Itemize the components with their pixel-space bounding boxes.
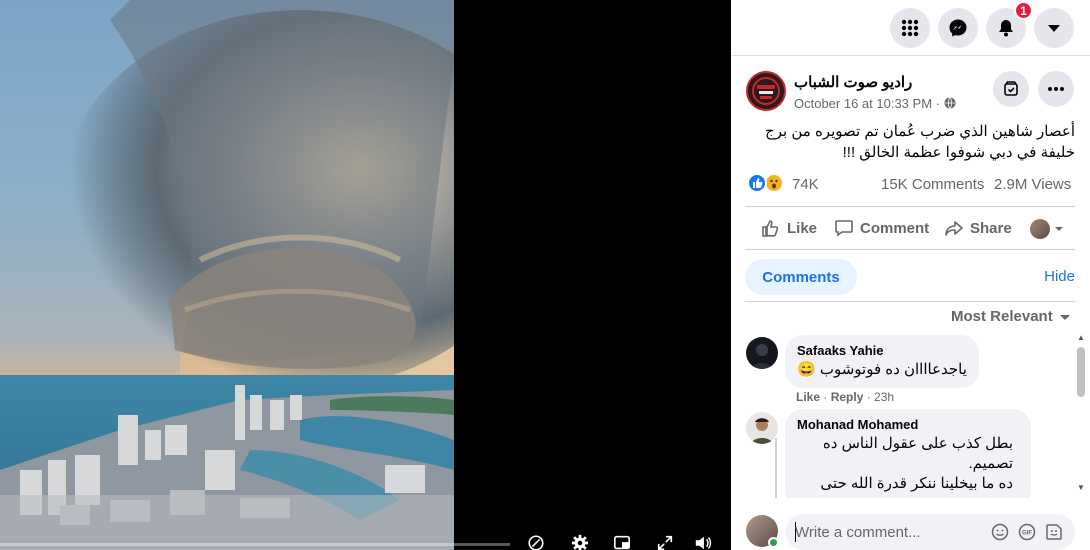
scroll-up-arrow-icon[interactable]: ▲ xyxy=(1077,334,1085,342)
notifications-button[interactable]: 1 xyxy=(986,1,1033,48)
comment-label: Comment xyxy=(860,219,930,237)
commenter-avatar[interactable] xyxy=(746,337,778,369)
divider xyxy=(745,301,1075,302)
messenger-button[interactable] xyxy=(938,8,978,48)
comment-meta: Like · Reply · 23h xyxy=(796,390,895,404)
caret-down-icon xyxy=(1059,314,1070,320)
picture-in-picture-icon[interactable] xyxy=(613,534,631,550)
top-bar: 1 xyxy=(731,0,1090,56)
more-horizontal-icon xyxy=(1048,87,1064,91)
gif-icon[interactable]: GIF xyxy=(1018,523,1036,541)
notifications-badge: 1 xyxy=(1014,1,1033,20)
thumbs-up-icon xyxy=(762,220,779,237)
comment-author[interactable]: Mohanad Mohamed xyxy=(797,417,1019,432)
save-icon xyxy=(1004,81,1018,96)
page-logo-icon xyxy=(749,74,783,108)
svg-text:GIF: GIF xyxy=(1022,531,1032,537)
share-button[interactable]: Share xyxy=(944,207,1012,249)
comment-button[interactable]: Comment xyxy=(834,207,929,249)
comment-author[interactable]: Safaaks Yahie xyxy=(797,343,967,358)
post-action-bar: Like Comment Share xyxy=(745,206,1075,250)
autoplay-off-icon[interactable] xyxy=(527,534,545,550)
caret-down-icon xyxy=(1055,227,1063,231)
current-user-mini-avatar xyxy=(1030,219,1050,239)
globe-icon xyxy=(944,97,956,109)
post-timestamp[interactable]: October 16 at 10:33 PM · xyxy=(794,96,956,111)
reactions-count[interactable]: 74K xyxy=(792,176,819,193)
tab-comments[interactable]: Comments xyxy=(745,259,857,295)
comment-bubble: Safaaks Yahie ياجدعاااان ده فوتوشوب 😄 xyxy=(785,335,979,388)
comment-reply-link[interactable]: Reply xyxy=(831,390,864,404)
comment-text-line: ده ما بيخلينا ننكر قدرة الله حتى xyxy=(820,475,1013,492)
comments-count[interactable]: 15K Comments xyxy=(881,176,984,193)
comment-text-line: تصميم. xyxy=(968,455,1013,472)
share-icon xyxy=(945,221,963,236)
post-caption-line-1: أعصار شاهين الذي ضرب عُمان تم تصويره من … xyxy=(765,123,1075,140)
caret-down-icon xyxy=(1048,25,1060,32)
like-button[interactable]: Like xyxy=(761,207,817,249)
media-viewer xyxy=(0,0,731,550)
sticker-icon[interactable] xyxy=(1045,523,1063,541)
post-options-button[interactable] xyxy=(1038,71,1074,107)
video-progress-bar[interactable] xyxy=(0,543,510,546)
views-count: 2.9M Views xyxy=(994,176,1072,193)
hide-comments-link[interactable]: Hide xyxy=(1044,268,1075,285)
menu-button[interactable] xyxy=(890,8,930,48)
post-caption: أعصار شاهين الذي ضرب عُمان تم تصويره من … xyxy=(745,121,1075,163)
reply-thread-line xyxy=(775,438,777,498)
react-as-selector[interactable] xyxy=(1030,217,1070,241)
page-avatar[interactable] xyxy=(746,71,786,111)
post-photo[interactable] xyxy=(0,0,454,550)
scroll-thumb[interactable] xyxy=(1077,347,1085,397)
post-side-panel: 1 راديو صوت الشباب October 16 at 10:33 P… xyxy=(731,0,1090,550)
comment-composer: GIF xyxy=(745,512,1075,550)
account-menu-button[interactable] xyxy=(1034,8,1074,48)
comment-bubble: Mohanad Mohamed بطل كذب على عقول الناس د… xyxy=(785,409,1031,498)
comment-input[interactable] xyxy=(795,522,975,542)
page-name[interactable]: راديو صوت الشباب xyxy=(794,73,912,91)
comment-text-line: بطل كذب على عقول الناس ده xyxy=(822,435,1013,452)
comment-like-link[interactable]: Like xyxy=(796,390,820,404)
fullscreen-icon[interactable] xyxy=(656,534,674,550)
comment-input-box[interactable]: GIF xyxy=(785,514,1075,550)
bell-icon xyxy=(999,20,1013,37)
commenter-avatar[interactable] xyxy=(746,412,778,444)
comments-list: Safaaks Yahie ياجدعاااان ده فوتوشوب 😄 Li… xyxy=(745,332,1075,498)
scroll-down-arrow-icon[interactable]: ▼ xyxy=(1077,484,1085,492)
wow-reaction-icon xyxy=(764,173,784,193)
post-time-text: October 16 at 10:33 PM · xyxy=(794,96,940,111)
reaction-icons[interactable] xyxy=(747,173,787,195)
comment-time[interactable]: 23h xyxy=(874,390,894,404)
comments-scrollbar[interactable]: ▲ ▼ xyxy=(1074,332,1088,496)
like-reaction-icon xyxy=(747,173,767,193)
sort-label: Most Relevant xyxy=(951,308,1053,325)
comment-sort-dropdown[interactable]: Most Relevant xyxy=(951,308,1071,325)
comment-icon xyxy=(835,220,853,237)
messenger-icon xyxy=(949,19,967,37)
settings-gear-icon[interactable] xyxy=(571,534,589,550)
save-post-button[interactable] xyxy=(993,71,1029,107)
post-caption-line-2: خليفة في دبي شوفوا عظمة الخالق !!! xyxy=(842,144,1075,161)
grid-menu-icon xyxy=(901,19,919,37)
like-label: Like xyxy=(787,219,818,237)
comments-tabs: Comments Hide xyxy=(745,259,1075,295)
online-status-dot xyxy=(768,537,779,548)
storm-over-city-image xyxy=(0,0,454,550)
volume-icon[interactable] xyxy=(694,534,712,550)
emoji-icon[interactable] xyxy=(991,523,1009,541)
video-controls xyxy=(0,530,731,550)
comment-text: ياجدعاااان ده فوتوشوب 😄 xyxy=(797,361,967,378)
photo-viewer: 1 راديو صوت الشباب October 16 at 10:33 P… xyxy=(0,0,1090,550)
reactions-summary: 74K 15K Comments 2.9M Views xyxy=(745,172,1075,196)
share-label: Share xyxy=(970,219,1012,237)
